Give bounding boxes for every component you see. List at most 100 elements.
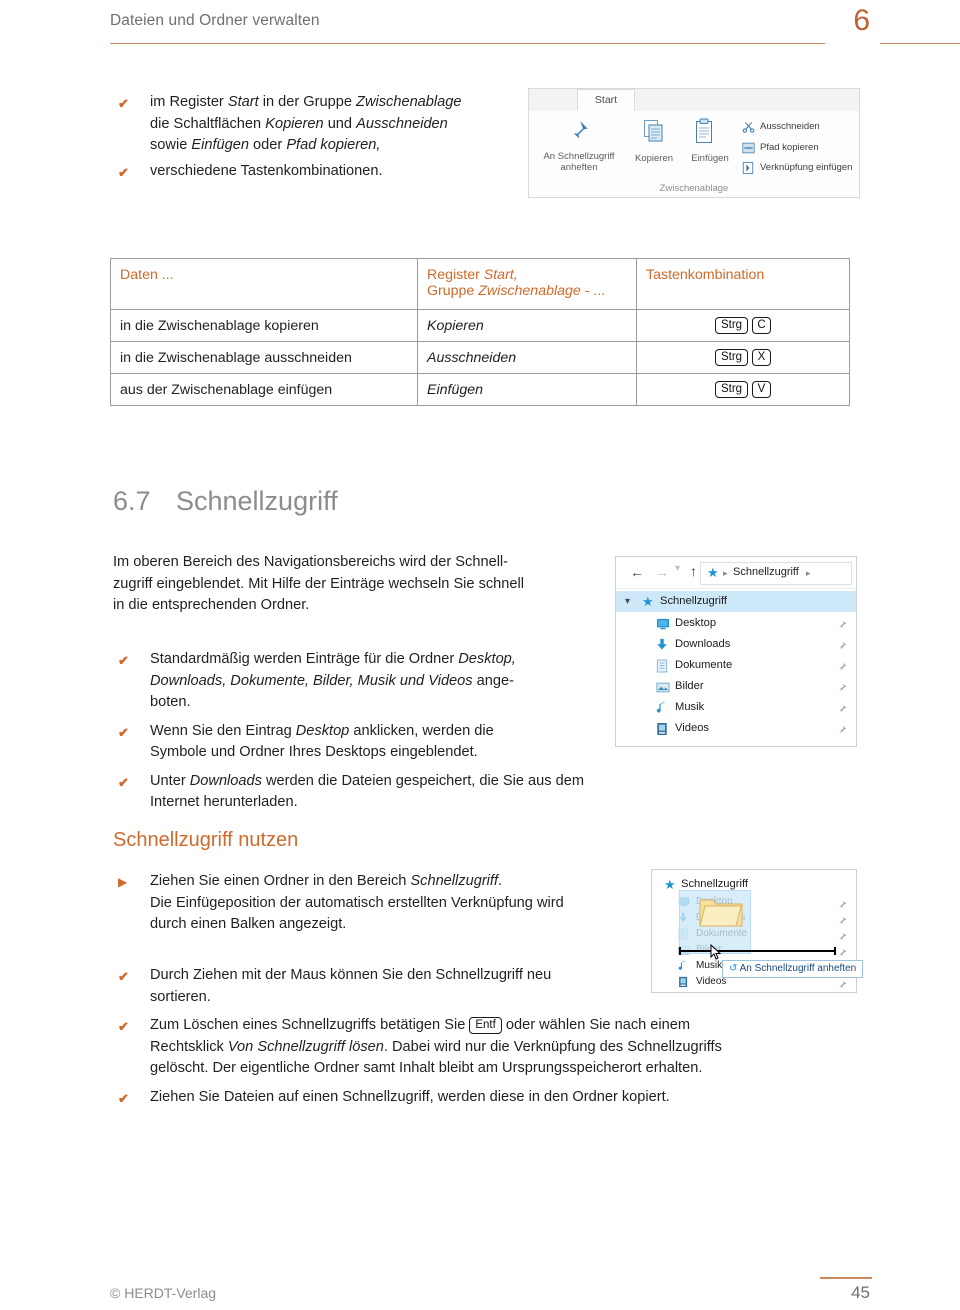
emphasis-text: Schnellzugriff [410,873,499,889]
table-row: in die Zwischenablage kopieren Kopieren St… [110,309,850,342]
key-cap: Entf [469,1017,502,1034]
bullet-line: Ziehen Sie Dateien auf einen Schnellzugr… [150,1088,670,1105]
bullet-item: Unter Downloads werden die Dateien gespe… [150,771,620,814]
emphasis-text: Kopieren [265,115,324,132]
bullet-line: Zum Löschen eines Schnellzugriffs betäti… [150,1017,691,1034]
bullet-item: Durch Ziehen mit der Maus können Sie den… [150,965,870,1008]
table-cell-shortcut: Strg X [636,341,850,374]
table-cell-action: in die Zwischenablage ausschneiden [110,341,418,374]
up-icon[interactable]: ↑ [690,563,697,579]
monitor-icon [656,617,670,635]
key-cap: C [752,317,772,334]
ribbon-group-label: Zwischenablage [659,183,729,194]
scissors-icon [742,120,755,138]
breadcrumb-label[interactable]: Schnellzugriff [733,566,799,578]
explorer-root-row[interactable]: ▾ ★ Schnellzugriff [616,591,856,612]
explorer-item-label: Musik [675,701,705,713]
key-cap: V [752,381,772,398]
paste-shortcut-button[interactable]: Verknüpfung einfügen [760,162,852,173]
chevron-down-icon[interactable]: ▾ [625,596,630,607]
explorer-root-label: Schnellzugriff [681,878,748,890]
bullet-line: Downloads, Dokumente, Bilder, Musik und … [150,672,514,689]
subsection-heading: Schnellzugriff nutzen [113,829,299,851]
bullet-item: Wenn Sie den Eintrag Desktop anklicken, … [150,721,620,764]
pin-icon[interactable] [837,638,847,656]
table-header-command: Register Start, Gruppe Zwischenablage - .… [417,258,637,310]
document-page: Dateien und Ordner verwalten 6 ✔ im Regis… [0,0,960,1310]
table-row: in die Zwischenablage ausschneiden Aussch… [110,341,850,374]
bullet-check-icon: ✔ [118,969,129,984]
paragraph-line: in die entsprechenden Ordner. [113,597,310,613]
paste-icon [693,118,715,150]
table-cell-command: Einfügen [417,373,637,406]
key-cap: Strg [714,381,749,398]
explorer-item-bilder[interactable]: Bilder [616,676,856,697]
table-cell-shortcut: Strg C [636,309,850,342]
bullet-line: Standardmäßig werden Einträge für die Or… [150,651,516,667]
ribbon-body: An Schnellzugriff anheften Kopieren Einf… [529,111,859,197]
header-rule-right [880,43,960,45]
section-paragraph: Im oberen Bereich des Navigationsbereich… [113,552,593,617]
explorer-screenshot-1: ← → ▾ ↑ ★ ▸ Schnellzugriff ▸ ▾ ★ Schnellzu… [615,556,857,747]
bullet-check-icon: ✔ [118,774,129,790]
recent-locations-icon[interactable]: ▾ [675,563,680,574]
footer-rule [820,1277,872,1280]
copy-path-icon [742,141,755,159]
pin-icon[interactable] [837,617,847,635]
section-heading: 6.7 Schnellzugriff [113,486,338,517]
copy-path-button[interactable]: Pfad kopieren [760,142,819,153]
bullet-item: Zum Löschen eines Schnellzugriffs betäti… [150,1015,870,1080]
explorer-item-label: Downloads [675,638,731,650]
emphasis-text: Zwischenablage [356,94,462,110]
pin-icon[interactable] [837,680,847,698]
back-icon[interactable]: ← [630,564,644,580]
table-cell-action: in die Zwischenablage kopieren [110,309,418,342]
ribbon-screenshot: Start An Schnellzugriff anheften Kopiere… [528,88,860,198]
emphasis-text: Desktop, [458,651,516,667]
pin-icon[interactable] [837,701,847,719]
pin-icon[interactable] [837,722,847,740]
explorer-item-desktop[interactable]: Desktop [616,613,856,634]
emphasis-text: Pfad kopieren, [286,137,381,153]
pin-to-quick-access-button[interactable]: An Schnellzugriff anheften [533,151,625,173]
copy-button[interactable]: Kopieren [626,153,682,164]
page-header-title: Dateien und Ordner verwalten [110,12,320,29]
table-cell-command: Kopieren [417,309,637,342]
ribbon-tab-start[interactable]: Start [577,89,635,112]
emphasis-text: Start [227,94,259,110]
breadcrumb-separator-2: ▸ [806,568,811,578]
bullet-line: Rechtsklick Von Schnellzugriff lösen. Da… [150,1038,722,1055]
explorer-item-videos[interactable]: Videos [616,718,856,739]
explorer-item-dokumente[interactable]: Dokumente [616,655,856,676]
download-arrow-icon [656,638,668,656]
pin-large-icon [565,119,591,150]
step-detail-line: Die Einfügeposition der automatisch erst… [150,894,564,911]
bullet-item: im Register Start in der Gruppe Zwischen… [150,92,550,157]
bullet-line: gelöscht. Der eigentliche Ordner samt In… [150,1060,703,1076]
paste-button[interactable]: Einfügen [682,153,738,164]
emphasis-text: Downloads, Dokumente, Bilder, Musik und … [150,672,473,689]
bullet-item: Standardmäßig werden Einträge für die Or… [150,649,620,714]
quick-access-star-icon: ★ [664,877,676,892]
emphasis-text: Ausschneiden [356,115,448,132]
pin-icon[interactable] [837,659,847,677]
bullet-item: verschiedene Tastenkombinationen. [150,161,550,183]
table-header-shortcut: Tastenkombination [636,258,850,310]
explorer-item-downloads[interactable]: Downloads [616,634,856,655]
key-cap: Strg [714,317,749,334]
bullet-check-icon: ✔ [118,96,129,111]
dragged-folder-icon [699,894,743,928]
bullet-check-icon: ✔ [118,1019,129,1034]
breadcrumb-bar[interactable]: ★ ▸ Schnellzugriff ▸ [700,562,852,585]
copy-icon [642,119,666,150]
page-header: Dateien und Ordner verwalten 6 [110,6,960,52]
bullet-check-icon: ✔ [118,1090,129,1106]
bullet-line: Symbole und Ordner Ihres Desktops eingeb… [150,744,478,760]
cut-button[interactable]: Ausschneiden [760,121,820,132]
explorer-item-musik[interactable]: Musik [616,697,856,718]
bullet-line: Durch Ziehen mit der Maus können Sie den… [150,967,552,983]
forward-icon[interactable]: → [655,564,669,580]
section-number: 6.7 [113,486,151,516]
emphasis-text: Von Schnellzugriff lösen [227,1038,384,1055]
breadcrumb-separator-1: ▸ [723,568,728,578]
